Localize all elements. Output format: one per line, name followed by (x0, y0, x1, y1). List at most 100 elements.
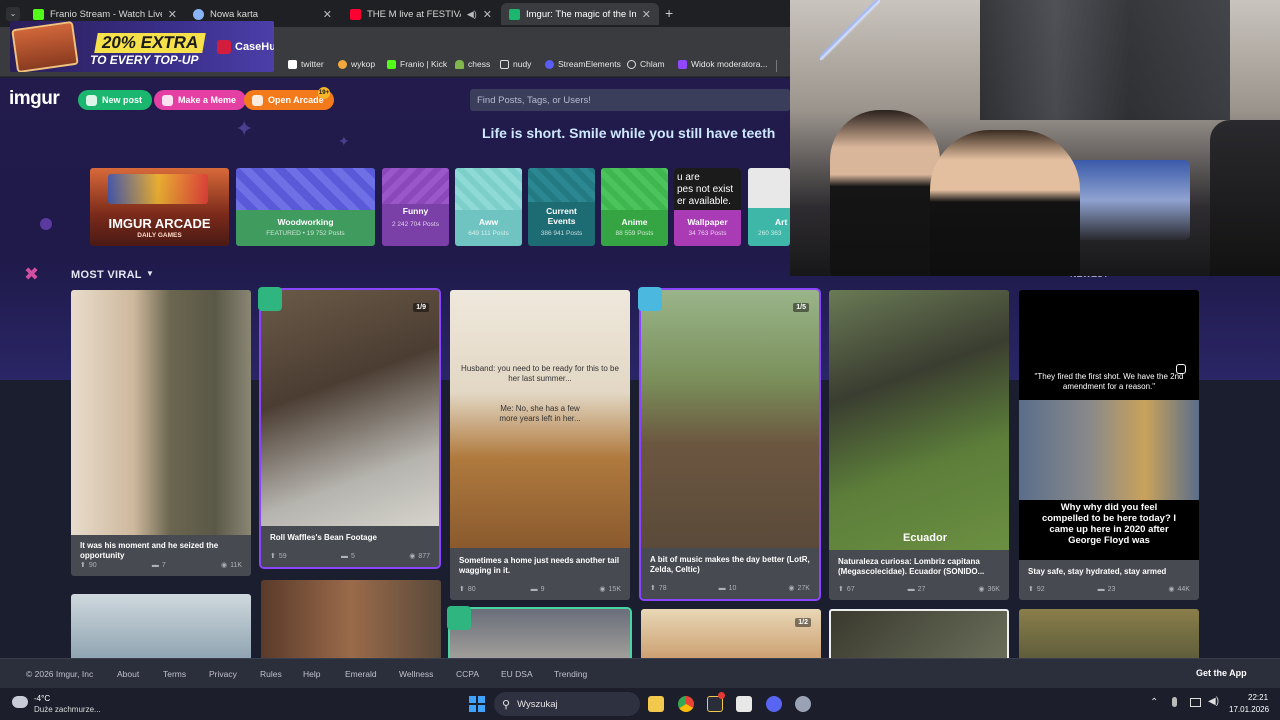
tag-woodworking[interactable]: Woodworking FEATURED • 19 752 Posts (236, 168, 375, 246)
new-post-button[interactable]: New post (78, 90, 153, 110)
footer-link-about[interactable]: About (117, 669, 139, 679)
upvote-icon[interactable]: ⬆ (459, 585, 465, 593)
upvote-icon[interactable]: ⬆ (650, 584, 656, 592)
tag-wallpaper[interactable]: u are pes not exist er available. Wallpa… (674, 168, 741, 246)
wallpaper-overlay-text: u are pes not exist er available. (674, 168, 741, 210)
weather-desc[interactable]: Duże zachmurze... (34, 705, 101, 714)
post-card[interactable]: 1/5 A bit of music makes the day better … (639, 288, 821, 601)
bookmark-franio-kick[interactable]: Franio | Kick (387, 59, 447, 69)
snipping-tool-icon[interactable] (736, 696, 752, 712)
imgur-icon (509, 8, 520, 20)
post-card[interactable]: 1/2 (641, 609, 821, 658)
tag-art[interactable]: Art 260 363 (748, 168, 790, 246)
bookmark-streamelements[interactable]: StreamElements (545, 59, 621, 69)
clock-time[interactable]: 22:21 (1248, 693, 1268, 702)
bookmark-twitter[interactable]: twitter (288, 59, 324, 69)
eye-icon: ◉ (599, 586, 606, 593)
footer-link-rules[interactable]: Rules (260, 669, 282, 679)
get-app-button[interactable]: Get the App (1196, 668, 1247, 678)
bookmark-nudy[interactable]: nudy (500, 59, 531, 69)
comment-icon[interactable]: ▬ (341, 553, 348, 560)
new-tab-button[interactable]: + (665, 5, 673, 21)
settings-icon[interactable] (795, 696, 811, 712)
upvote-icon[interactable]: ⬆ (270, 552, 276, 560)
taskbar-search[interactable]: ⚲ Wyszukaj (494, 692, 640, 716)
tab-search-chevron-icon[interactable]: ⌄ (6, 7, 20, 21)
upvote-icon[interactable]: ⬆ (838, 585, 844, 593)
post-card[interactable] (261, 580, 441, 658)
globe-icon (627, 59, 636, 69)
post-card[interactable]: Ecuador Naturaleza curiosa: Lombriz capi… (829, 290, 1009, 600)
close-tab-icon[interactable]: ✕ (483, 8, 492, 21)
imgur-logo[interactable]: imgur (9, 88, 60, 110)
tab-youtube[interactable]: THE M live at FESTIVALAND ◀) ✕ (342, 3, 500, 25)
volume-icon[interactable]: ◀) (1208, 696, 1219, 707)
file-explorer-icon[interactable] (648, 696, 664, 712)
comment-icon[interactable]: ▬ (1098, 586, 1105, 593)
casehug-ad-banner[interactable]: 20% EXTRA TO EVERY TOP-UP CaseHug (10, 21, 274, 72)
discord-icon[interactable] (766, 696, 782, 712)
post-card[interactable] (829, 609, 1009, 658)
image-count: 1/2 (795, 618, 811, 627)
bookmark-chlam[interactable]: Chlam (627, 59, 665, 69)
comment-icon[interactable]: ▬ (908, 586, 915, 593)
diamond-badge-icon (638, 287, 662, 311)
chrome-icon[interactable] (678, 696, 694, 712)
footer-copyright: © 2026 Imgur, Inc (26, 669, 94, 679)
post-card[interactable]: "They fired the first shot. We have the … (1019, 290, 1199, 600)
close-tab-icon[interactable]: ✕ (642, 8, 651, 21)
microphone-icon[interactable] (1172, 697, 1177, 707)
tag-anime[interactable]: Anime 88 559 Posts (601, 168, 668, 246)
speaker-icon[interactable]: ◀) (467, 9, 477, 20)
tag-sub: 88 559 Posts (615, 230, 654, 237)
footer-link-privacy[interactable]: Privacy (209, 669, 237, 679)
chevron-down-icon[interactable]: ▼ (146, 269, 154, 278)
tag-name: Funny (402, 206, 429, 216)
footer-link-help[interactable]: Help (303, 669, 320, 679)
weather-icon[interactable] (12, 696, 28, 708)
post-card[interactable] (71, 594, 251, 658)
clock-date[interactable]: 17.01.2026 (1229, 705, 1269, 714)
windows-taskbar: -4°C Duże zachmurze... ⚲ Wyszukaj ⌃ ◀) 2… (0, 688, 1280, 720)
tag-imgur-arcade[interactable]: IMGUR ARCADE DAILY GAMES (90, 168, 229, 246)
make-meme-button[interactable]: Make a Meme (154, 90, 247, 110)
tab-imgur[interactable]: Imgur: The magic of the Internet ✕ (501, 3, 659, 25)
image-text: "They fired the first shot. We have the … (1034, 372, 1184, 391)
footer-link-emerald[interactable]: Emerald (345, 669, 377, 679)
post-image (261, 290, 439, 526)
post-card[interactable]: It was his moment and he seized the oppo… (71, 290, 251, 576)
windows-start-icon[interactable] (469, 696, 485, 712)
footer-link-terms[interactable]: Terms (163, 669, 186, 679)
footer-link-wellness[interactable]: Wellness (399, 669, 433, 679)
network-icon[interactable] (1190, 698, 1201, 707)
footer-link-ccpa[interactable]: CCPA (456, 669, 479, 679)
tag-current-events[interactable]: Current Events 386 941 Posts (528, 168, 595, 246)
tag-funny[interactable]: Funny 2 242 704 Posts (382, 168, 449, 246)
post-card[interactable]: Husband: you need to be ready for this t… (450, 290, 630, 600)
bookmark-widok-moderatora[interactable]: Widok moderatora... (678, 59, 768, 69)
close-tab-icon[interactable]: ✕ (323, 8, 332, 21)
post-card[interactable]: 1/9 Roll Waffles's Bean Footage ⬆ 59 ▬ 5 ◉… (259, 288, 441, 569)
post-caption: Roll Waffles's Bean Footage (270, 533, 377, 542)
footer-link-eu-dsa[interactable]: EU DSA (501, 669, 533, 679)
art-pattern (748, 168, 790, 208)
image-count: 1/5 (793, 303, 809, 312)
tray-chevron-icon[interactable]: ⌃ (1150, 697, 1158, 708)
search-input[interactable]: Find Posts, Tags, or Users! (470, 89, 790, 111)
close-tab-icon[interactable]: ✕ (168, 8, 177, 21)
section-title[interactable]: MOST VIRAL (71, 269, 142, 281)
weather-temp[interactable]: -4°C (34, 694, 50, 703)
bookmark-chess[interactable]: chess (455, 59, 490, 69)
post-card[interactable] (448, 607, 632, 658)
upvote-icon[interactable]: ⬆ (1028, 585, 1034, 593)
footer-link-trending[interactable]: Trending (554, 669, 587, 679)
bookmark-wykop[interactable]: wykop (338, 59, 375, 69)
comment-icon[interactable]: ▬ (719, 585, 726, 592)
comment-icon[interactable]: ▬ (531, 586, 538, 593)
tag-aww[interactable]: Aww 649 111 Posts (455, 168, 522, 246)
eye-icon: ◉ (1168, 586, 1175, 593)
post-card[interactable] (1019, 609, 1199, 658)
close-x-icon[interactable]: ✖ (24, 264, 39, 285)
comment-icon[interactable]: ▬ (152, 562, 159, 569)
upvote-icon[interactable]: ⬆ (80, 561, 86, 569)
